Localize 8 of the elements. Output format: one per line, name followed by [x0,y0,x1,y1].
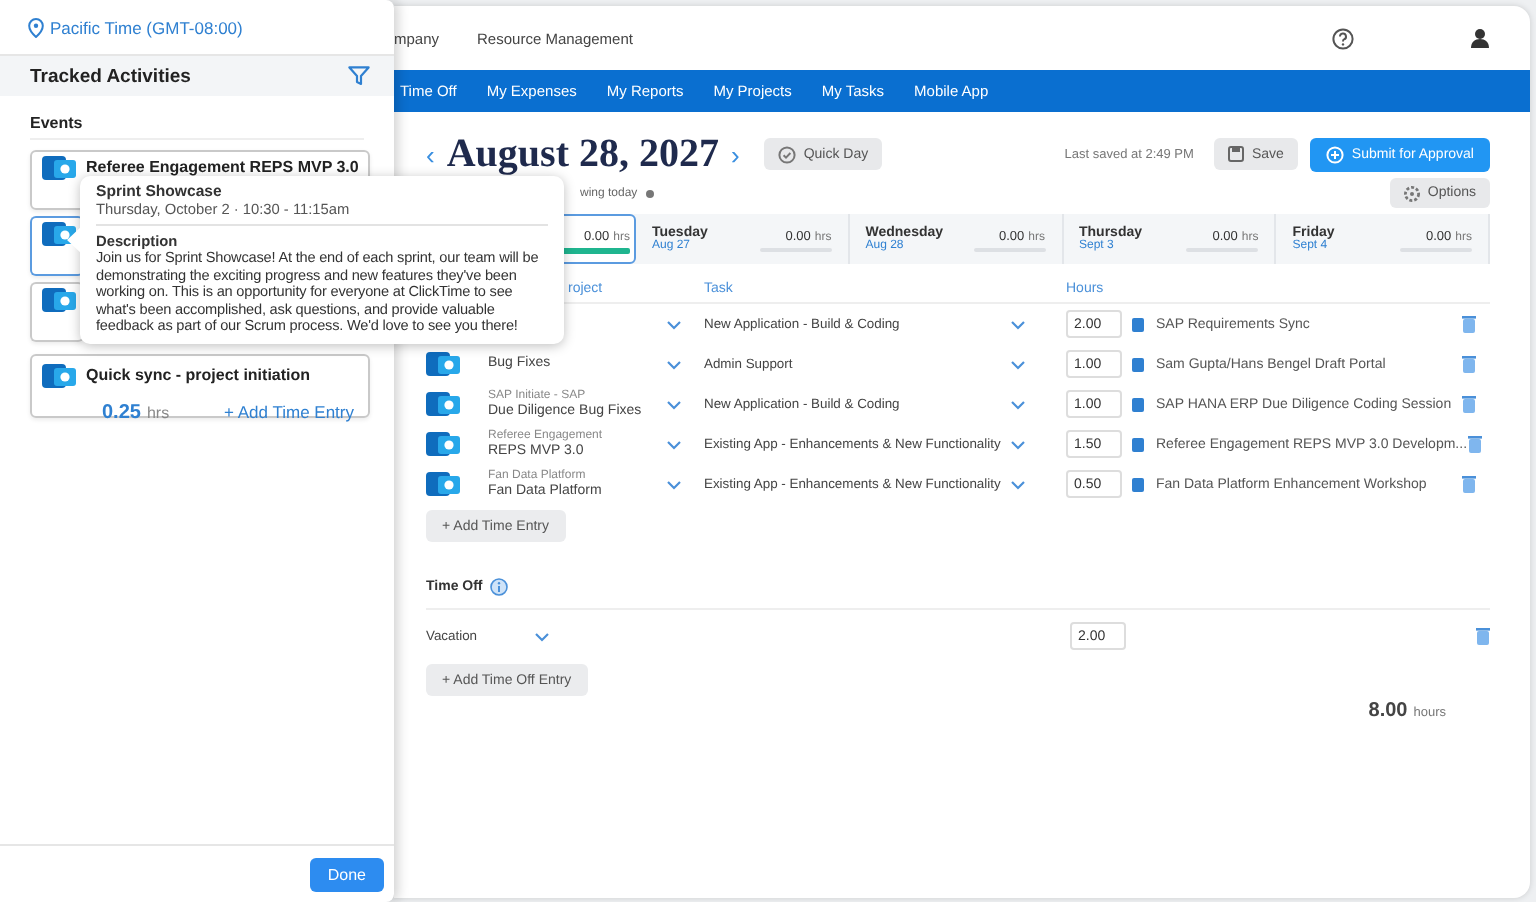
section-label: Events [30,114,364,140]
total-hours: 8.00 [1368,700,1408,722]
event-title: Referee Engagement REPS MVP 3.0 [86,158,359,178]
event-title: Quick sync - project initiation [86,366,311,386]
panel-title: Tracked Activities [30,65,191,87]
timesheet-date: August 28, 2027 [446,131,719,177]
event-hours: 0.25 [102,402,141,424]
hours-unit: hrs [146,404,170,422]
